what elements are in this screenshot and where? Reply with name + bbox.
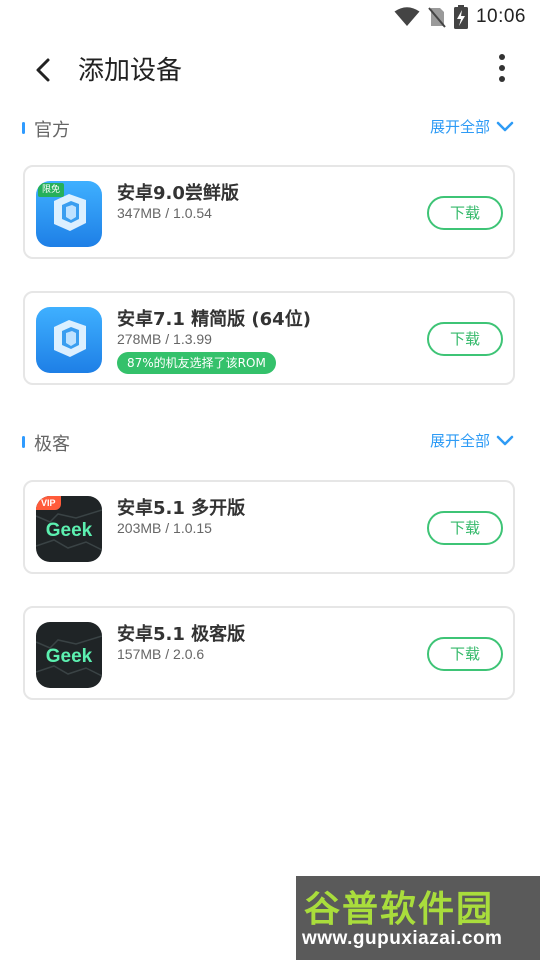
rom-card[interactable]: Geek VIP 安卓5.1 多开版 203MB / 1.0.15 下载 xyxy=(23,480,515,574)
geek-logo-icon: Geek xyxy=(36,622,102,688)
rom-meta: 347MB / 1.0.54 xyxy=(117,205,212,221)
section-marker xyxy=(22,436,25,448)
battery-charging-icon xyxy=(453,5,468,29)
expand-all-label: 展开全部 xyxy=(429,432,490,450)
chevron-down-icon xyxy=(496,435,514,445)
back-button[interactable] xyxy=(28,54,60,86)
rom-card[interactable]: 安卓7.1 精简版 (64位) 278MB / 1.3.99 87%的机友选择了… xyxy=(23,291,515,385)
no-sim-icon xyxy=(428,7,446,28)
watermark-title: 谷普软件园 xyxy=(304,889,495,930)
expand-all-button[interactable]: 展开全部 xyxy=(430,430,514,451)
rom-name: 安卓9.0尝鲜版 xyxy=(117,183,239,204)
rom-name: 安卓5.1 多开版 xyxy=(117,498,246,519)
geek-logo-icon: Geek VIP xyxy=(36,496,102,562)
page-title: 添加设备 xyxy=(78,56,183,86)
download-button[interactable]: 下载 xyxy=(427,637,503,671)
vmos-cube-icon: 限免 xyxy=(36,181,102,247)
rom-card[interactable]: Geek 安卓5.1 极客版 157MB / 2.0.6 下载 xyxy=(23,606,515,700)
rom-name: 安卓7.1 精简版 (64位) xyxy=(117,309,311,330)
status-icons: 10:06 xyxy=(394,5,526,29)
expand-all-button[interactable]: 展开全部 xyxy=(430,116,514,137)
more-vertical-icon xyxy=(494,54,510,82)
chevron-left-icon xyxy=(36,58,50,82)
download-button[interactable]: 下载 xyxy=(427,322,503,356)
rom-meta: 157MB / 2.0.6 xyxy=(117,646,205,662)
download-button[interactable]: 下载 xyxy=(427,511,503,545)
svg-text:Geek: Geek xyxy=(46,520,93,541)
section-marker xyxy=(22,122,25,134)
expand-all-label: 展开全部 xyxy=(429,118,490,136)
section-header-geek: 极客 展开全部 xyxy=(22,428,518,456)
watermark-url: www.gupuxiazai.com xyxy=(302,928,503,949)
svg-text:Geek: Geek xyxy=(46,646,93,667)
rom-meta: 278MB / 1.3.99 xyxy=(117,331,212,347)
download-button[interactable]: 下载 xyxy=(427,196,503,230)
section-label: 官方 xyxy=(34,120,70,141)
chevron-down-icon xyxy=(496,121,514,131)
status-time: 10:06 xyxy=(475,6,526,27)
rom-meta: 203MB / 1.0.15 xyxy=(117,520,212,536)
app-bar: 添加设备 xyxy=(0,36,540,102)
more-menu-button[interactable] xyxy=(494,50,510,88)
free-badge: 限免 xyxy=(38,183,65,197)
rom-card[interactable]: 限免 安卓9.0尝鲜版 347MB / 1.0.54 下载 xyxy=(23,165,515,259)
status-bar: 10:06 xyxy=(0,0,540,36)
site-watermark: 谷普软件园 www.gupuxiazai.com xyxy=(296,876,540,960)
popularity-tag: 87%的机友选择了该ROM xyxy=(117,352,276,374)
section-label: 极客 xyxy=(34,434,70,455)
vip-badge: VIP xyxy=(36,496,61,510)
section-header-official: 官方 展开全部 xyxy=(22,114,518,142)
wifi-icon xyxy=(394,7,420,26)
vmos-cube-icon xyxy=(36,307,102,373)
rom-name: 安卓5.1 极客版 xyxy=(117,624,246,645)
